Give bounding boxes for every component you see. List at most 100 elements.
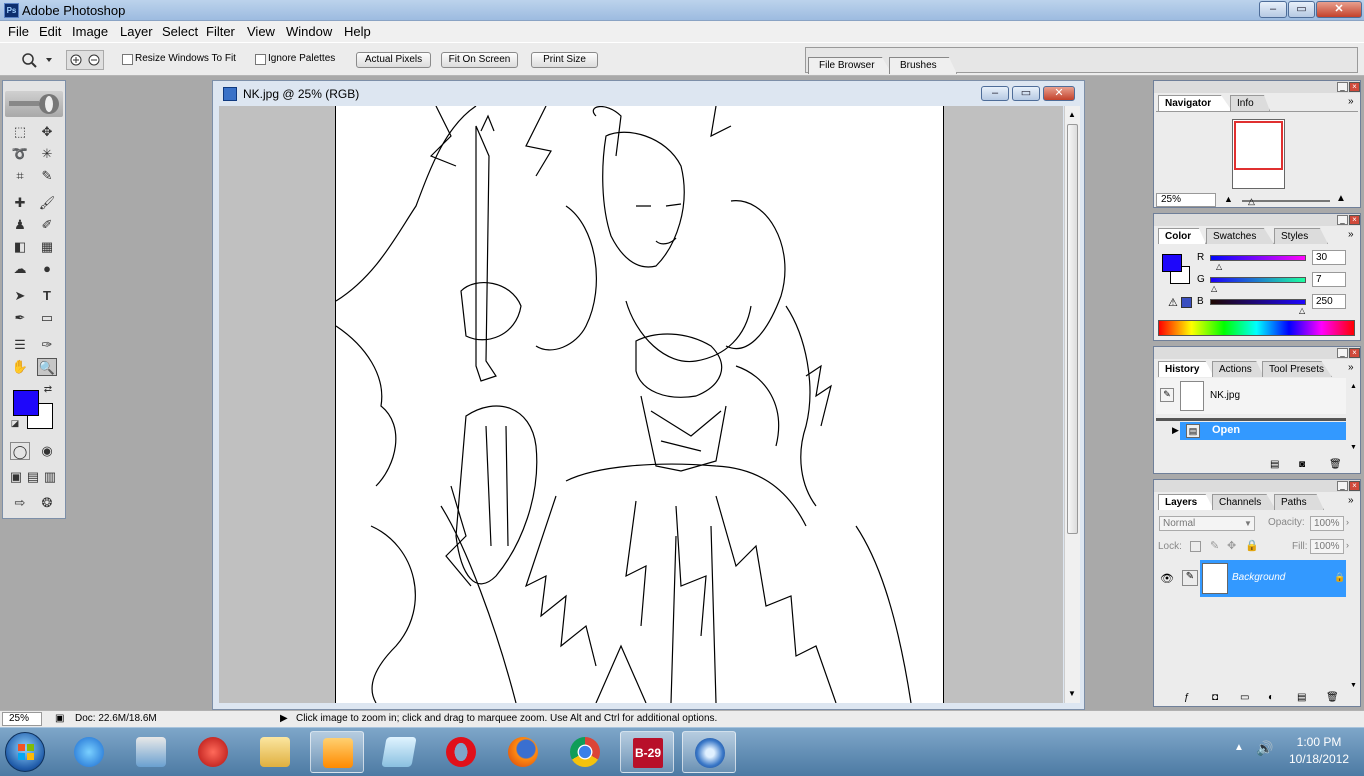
history-scroll-down-icon[interactable]: ▼ bbox=[1350, 444, 1357, 451]
layer-selected-highlight[interactable]: Background 🔒 bbox=[1200, 560, 1346, 597]
standard-mode-icon[interactable]: ◯ bbox=[10, 442, 30, 460]
tab-history[interactable]: History bbox=[1158, 361, 1214, 377]
status-menu-arrow-icon[interactable]: ▶ bbox=[280, 713, 288, 724]
menu-layer[interactable]: Layer bbox=[120, 24, 153, 39]
jump-to-imageready-icon[interactable]: ⇨ bbox=[10, 494, 30, 512]
taskbar-photoshop[interactable] bbox=[682, 731, 736, 773]
green-slider-handle-icon[interactable]: △ bbox=[1211, 284, 1217, 293]
delete-layer-icon[interactable]: 🗑 bbox=[1326, 692, 1339, 703]
history-close-icon[interactable]: × bbox=[1349, 348, 1360, 358]
tool-preset-picker[interactable] bbox=[20, 50, 60, 70]
red-slider-handle-icon[interactable]: △ bbox=[1216, 262, 1222, 271]
shape-tool-icon[interactable]: ▭ bbox=[37, 309, 57, 327]
menu-image[interactable]: Image bbox=[72, 24, 108, 39]
slice-tool-icon[interactable]: ✎ bbox=[37, 167, 57, 185]
quick-mask-icon[interactable]: ◉ bbox=[37, 442, 57, 460]
navigator-zoom-slider[interactable] bbox=[1242, 200, 1330, 202]
color-close-icon[interactable]: × bbox=[1349, 215, 1360, 225]
tab-layers[interactable]: Layers bbox=[1158, 494, 1214, 510]
tab-actions[interactable]: Actions bbox=[1212, 361, 1264, 377]
marquee-tool-icon[interactable]: ⬚ bbox=[10, 123, 30, 141]
eyedropper-tool-icon[interactable]: ✑ bbox=[37, 336, 57, 354]
canvas-area[interactable] bbox=[219, 106, 1063, 703]
history-brush-source-icon[interactable]: ✎ bbox=[1160, 388, 1174, 402]
navigator-thumbnail[interactable] bbox=[1232, 119, 1285, 189]
new-layer-set-icon[interactable]: ▭ bbox=[1240, 692, 1249, 703]
taskbar-adobe-reader[interactable] bbox=[186, 731, 240, 773]
lock-transparency-icon[interactable] bbox=[1190, 541, 1201, 552]
adjustment-layer-icon[interactable]: ◐ bbox=[1268, 692, 1274, 703]
default-colors-icon[interactable]: ◪ bbox=[9, 417, 21, 429]
swap-colors-icon[interactable]: ⇄ bbox=[41, 384, 55, 396]
volume-icon[interactable]: 🔊 bbox=[1256, 740, 1273, 757]
print-size-button[interactable]: Print Size bbox=[531, 52, 598, 68]
taskbar-opera[interactable] bbox=[434, 731, 488, 773]
layer-style-icon[interactable]: ƒ bbox=[1184, 692, 1190, 703]
scrollbar-thumb[interactable] bbox=[1067, 124, 1078, 534]
brushes-tab[interactable]: Brushes bbox=[889, 57, 957, 74]
layers-menu-icon[interactable]: » bbox=[1348, 495, 1354, 506]
notes-tool-icon[interactable]: ☰ bbox=[10, 336, 30, 354]
lock-all-icon[interactable]: 🔒 bbox=[1245, 539, 1259, 552]
move-tool-icon[interactable]: ✥ bbox=[37, 123, 57, 141]
history-minimize-icon[interactable]: _ bbox=[1337, 348, 1348, 358]
app-title-bar[interactable]: Ps Adobe Photoshop – ▭ ✕ bbox=[0, 0, 1364, 21]
scroll-up-arrow-icon[interactable]: ▲ bbox=[1068, 110, 1076, 119]
taskbar-media-player[interactable] bbox=[310, 731, 364, 773]
layer-visibility-eye-icon[interactable]: 👁 bbox=[1160, 572, 1174, 585]
tab-paths[interactable]: Paths bbox=[1274, 494, 1324, 510]
lock-position-icon[interactable]: ✥ bbox=[1227, 539, 1236, 552]
tab-navigator[interactable]: Navigator bbox=[1158, 95, 1232, 111]
dodge-tool-icon[interactable]: ● bbox=[37, 260, 57, 278]
zoom-in-mountain-icon[interactable]: ▲ bbox=[1336, 193, 1346, 204]
full-screen-menu-icon[interactable]: ▤ bbox=[25, 468, 41, 486]
full-screen-icon[interactable]: ▥ bbox=[42, 468, 58, 486]
navigator-zoom-field[interactable]: 25% bbox=[1156, 193, 1216, 207]
menu-filter[interactable]: Filter bbox=[206, 24, 235, 39]
color-menu-icon[interactable]: » bbox=[1348, 229, 1354, 240]
doc-minimize-button[interactable]: – bbox=[981, 86, 1009, 101]
blur-tool-icon[interactable]: ☁ bbox=[10, 260, 30, 278]
layer-brush-icon[interactable]: ✎ bbox=[1182, 570, 1198, 586]
menu-file[interactable]: File bbox=[8, 24, 29, 39]
layers-palette-header[interactable] bbox=[1154, 480, 1360, 492]
pen-tool-icon[interactable]: ✒ bbox=[10, 309, 30, 327]
fill-arrow-icon[interactable]: › bbox=[1346, 540, 1349, 550]
zoom-slider-handle-icon[interactable]: △ bbox=[1248, 196, 1255, 207]
imageready-icon[interactable]: ❂ bbox=[37, 494, 57, 512]
green-value-field[interactable]: 7 bbox=[1312, 272, 1346, 287]
layers-minimize-icon[interactable]: _ bbox=[1337, 481, 1348, 491]
taskbar-control-panel[interactable] bbox=[124, 731, 178, 773]
lock-image-icon[interactable]: ✎ bbox=[1210, 539, 1219, 552]
type-tool-icon[interactable]: T bbox=[37, 287, 57, 305]
tab-color[interactable]: Color bbox=[1158, 228, 1206, 244]
scroll-down-arrow-icon[interactable]: ▼ bbox=[1068, 689, 1076, 698]
fill-field[interactable]: 100% bbox=[1310, 539, 1344, 554]
toolbox-header[interactable] bbox=[5, 91, 63, 117]
zoom-mode-group[interactable] bbox=[66, 50, 104, 70]
blue-value-field[interactable]: 250 bbox=[1312, 294, 1346, 309]
layer-row-background[interactable]: 👁 ✎ Background 🔒 bbox=[1156, 560, 1360, 598]
history-state-row[interactable]: ▤ Open bbox=[1180, 422, 1346, 440]
menu-edit[interactable]: Edit bbox=[39, 24, 61, 39]
standard-screen-icon[interactable]: ▣ bbox=[8, 468, 24, 486]
line-art-canvas[interactable] bbox=[335, 106, 944, 703]
color-ramp[interactable] bbox=[1158, 320, 1355, 336]
history-trash-icon[interactable]: 🗑 bbox=[1329, 459, 1342, 470]
taskbar-firefox[interactable] bbox=[496, 731, 550, 773]
tab-tool-presets[interactable]: Tool Presets bbox=[1262, 361, 1332, 377]
menu-help[interactable]: Help bbox=[344, 24, 371, 39]
gradient-tool-icon[interactable]: ▦ bbox=[37, 238, 57, 256]
taskbar-chrome[interactable] bbox=[558, 731, 612, 773]
maximize-button[interactable]: ▭ bbox=[1288, 1, 1315, 18]
taskbar-internet-explorer[interactable] bbox=[62, 731, 116, 773]
history-scroll-up-icon[interactable]: ▲ bbox=[1350, 383, 1357, 390]
doc-close-button[interactable]: ✕ bbox=[1043, 86, 1075, 101]
menu-window[interactable]: Window bbox=[286, 24, 332, 39]
color-palette-header[interactable] bbox=[1154, 214, 1360, 226]
red-slider[interactable] bbox=[1210, 255, 1306, 261]
minimize-button[interactable]: – bbox=[1259, 1, 1287, 18]
file-browser-tab[interactable]: File Browser bbox=[808, 57, 892, 74]
fit-on-screen-button[interactable]: Fit On Screen bbox=[441, 52, 518, 68]
vertical-scrollbar[interactable]: ▲ ▼ bbox=[1064, 106, 1080, 703]
